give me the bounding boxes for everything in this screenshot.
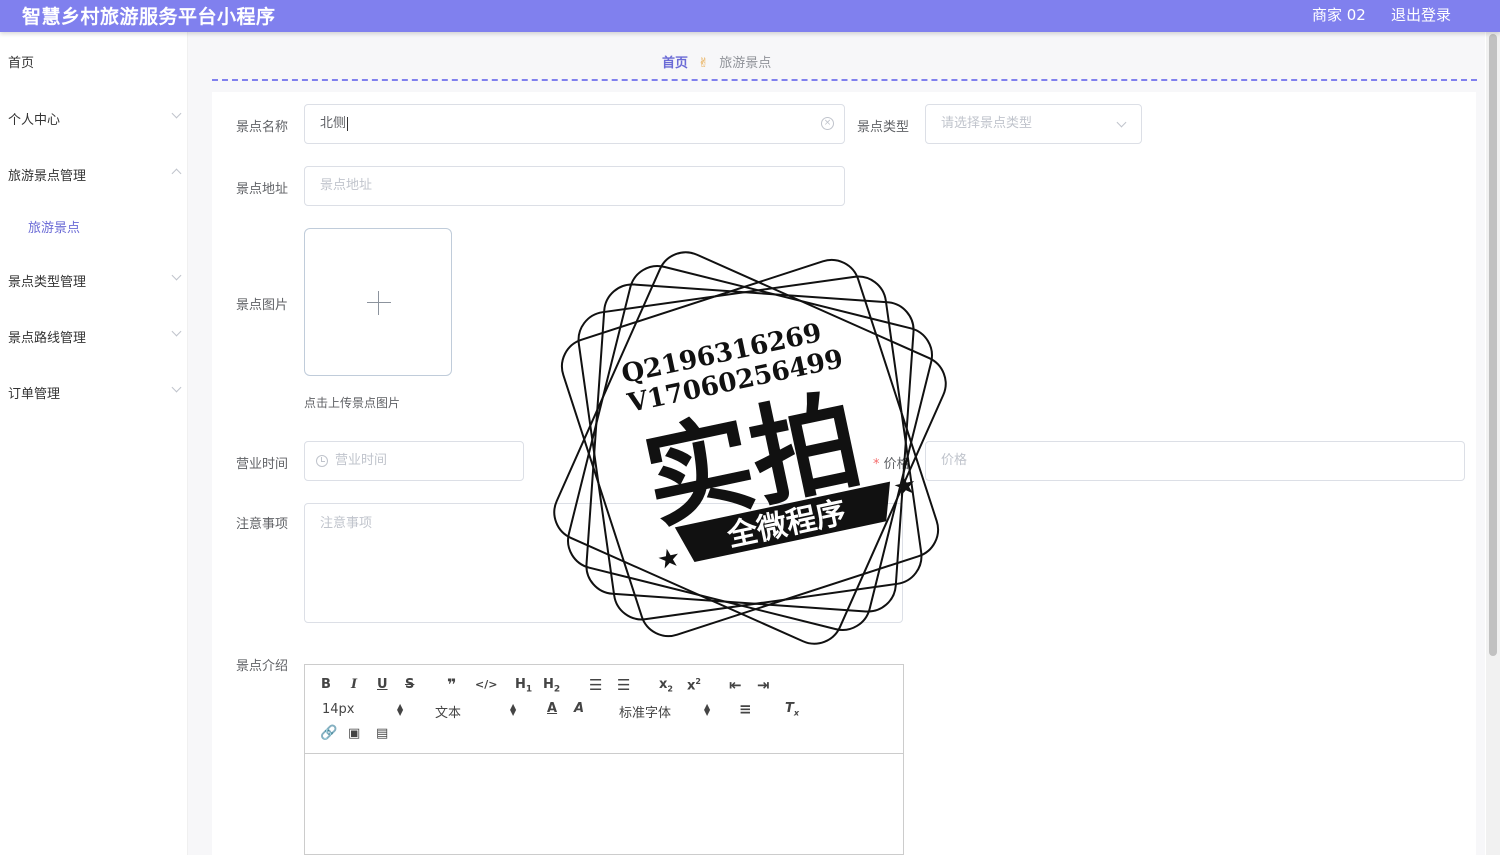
sidebar: 首页 个人中心 旅游景点管理 旅游景点 景点类型管理 景点路线管理 订单管理 [0,32,188,855]
subscript-icon[interactable]: x2 [659,677,673,694]
breadcrumb-home[interactable]: 首页 [662,56,688,71]
indent-icon[interactable]: ⇥ [757,676,770,694]
type-select[interactable]: 请选择景点类型 [925,104,1142,144]
chevron-down-icon [1116,117,1127,128]
chevron-down-icon [171,382,182,393]
font-color-icon[interactable]: A [547,701,557,716]
font-size-select[interactable]: 14px [322,702,355,717]
notes-placeholder: 注意事项 [320,516,373,531]
font-family-select[interactable]: 标准字体 [619,702,671,721]
strikethrough-icon[interactable]: S [405,677,414,692]
breadcrumb-current: 旅游景点 [719,56,772,71]
required-mark: * [873,457,880,472]
address-label: 景点地址 [236,182,289,197]
select-arrows-icon: ▲ ▼ [510,702,517,717]
type-placeholder: 请选择景点类型 [941,116,1033,131]
intro-label: 景点介绍 [236,659,289,674]
notes-textarea[interactable]: 注意事项 [304,503,903,623]
blockquote-icon[interactable]: ❞ [447,675,456,694]
upload-tip: 点击上传景点图片 [304,396,401,410]
link-icon[interactable]: 🔗 [320,725,337,741]
chevron-down-icon [171,270,182,281]
code-block-icon[interactable]: </> [475,678,497,691]
background-color-icon[interactable]: A [574,701,584,716]
align-icon[interactable]: ≡ [739,700,752,718]
chevron-down-icon [171,326,182,337]
hand-icon: ✌ [698,56,710,71]
underline-icon[interactable]: U [377,677,388,692]
current-user: 商家 02 [1312,6,1366,24]
editor-toolbar: B I U S ❞ </> H1 H2 ☰ ☰ x2 x2 ⇤ ⇥ 14px ▲… [305,665,903,754]
text-style-select[interactable]: 文本 [435,702,461,721]
sidebar-item-home[interactable]: 首页 [8,52,34,71]
outdent-icon[interactable]: ⇤ [729,676,742,694]
ordered-list-icon[interactable]: ☰ [589,676,602,694]
select-arrows-icon: ▲ ▼ [704,702,711,717]
clock-icon [316,455,328,467]
clear-format-icon[interactable]: Tx [785,701,799,718]
sidebar-item-attraction-management[interactable]: 旅游景点管理 [8,165,86,184]
scrollbar-thumb[interactable] [1489,34,1497,656]
name-label: 景点名称 [236,120,289,135]
address-input[interactable]: 景点地址 [304,166,845,206]
name-value: 北侧 [320,116,347,131]
bullet-list-icon[interactable]: ☰ [617,676,630,694]
image-upload-button[interactable] [304,228,452,376]
hours-placeholder: 营业时间 [335,453,388,468]
name-input[interactable]: 北侧 × [304,104,845,144]
sidebar-subitem-attractions[interactable]: 旅游景点 [28,217,80,236]
breadcrumb: 首页 ✌ 旅游景点 [662,52,771,71]
plus-icon-vertical [378,291,379,315]
plus-icon [367,302,391,303]
heading2-icon[interactable]: H2 [543,677,560,695]
heading1-icon[interactable]: H1 [515,677,532,695]
hours-picker[interactable]: 营业时间 [304,441,524,481]
bold-icon[interactable]: B [321,677,331,692]
app-title: 智慧乡村旅游服务平台小程序 [22,6,276,28]
image-icon[interactable]: ▣ [348,726,360,741]
clear-icon[interactable]: × [821,117,834,130]
select-arrows-icon: ▲ ▼ [397,702,404,717]
image-label: 景点图片 [236,298,289,313]
top-header-bar: 智慧乡村旅游服务平台小程序 商家 02 退出登录 [0,0,1500,32]
hours-label: 营业时间 [236,457,289,472]
video-icon[interactable]: ▤ [376,726,388,741]
italic-icon[interactable]: I [351,677,357,692]
price-input[interactable]: 价格 [925,441,1465,481]
address-placeholder: 景点地址 [320,178,373,193]
rich-text-editor: B I U S ❞ </> H1 H2 ☰ ☰ x2 x2 ⇤ ⇥ 14px ▲… [304,664,904,855]
superscript-icon[interactable]: x2 [687,677,701,693]
sidebar-item-route-management[interactable]: 景点路线管理 [8,327,86,346]
sidebar-item-personal-center[interactable]: 个人中心 [8,109,60,128]
chevron-up-icon [171,168,182,179]
sidebar-item-type-management[interactable]: 景点类型管理 [8,271,86,290]
chevron-down-icon [171,108,182,119]
price-label-wrap: * 价格 [873,453,910,472]
logout-button[interactable]: 退出登录 [1391,4,1451,25]
page-scrollbar[interactable] [1486,32,1500,855]
price-placeholder: 价格 [941,453,968,468]
notes-label: 注意事项 [236,517,289,532]
divider [212,79,1477,81]
type-label: 景点类型 [857,120,910,135]
sidebar-item-order-management[interactable]: 订单管理 [8,383,60,402]
price-label: 价格 [883,457,910,472]
